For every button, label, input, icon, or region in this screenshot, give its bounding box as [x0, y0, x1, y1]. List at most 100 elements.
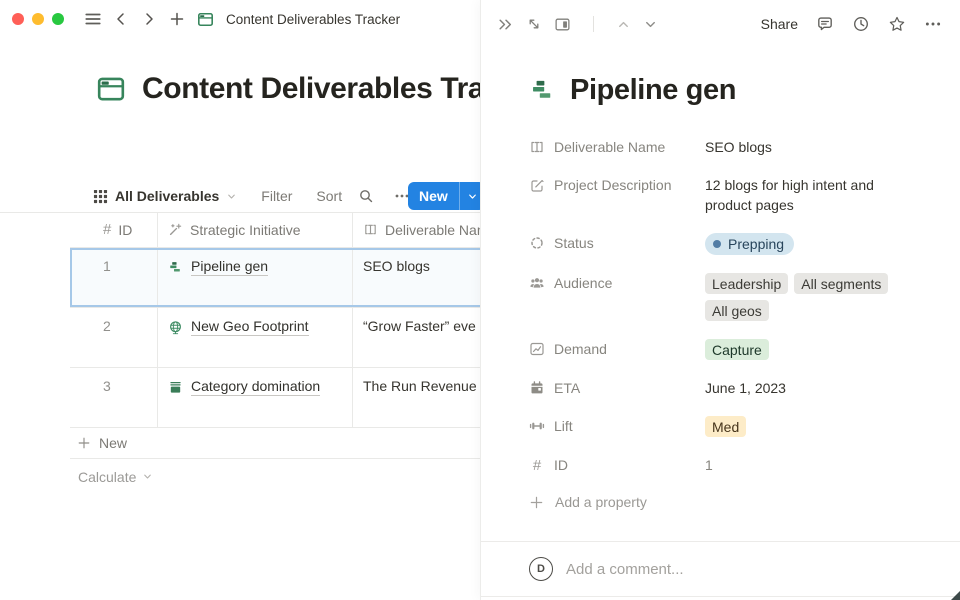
favorite-button[interactable]	[888, 15, 906, 33]
chevron-down-icon	[142, 471, 153, 482]
open-full-page-button[interactable]	[526, 16, 542, 32]
plus-icon	[169, 11, 185, 27]
more-options-button[interactable]	[924, 15, 942, 33]
cell-id[interactable]: 2	[70, 308, 158, 367]
chevron-up-icon	[616, 17, 631, 32]
property-label[interactable]: # ID	[529, 455, 705, 475]
property-value[interactable]: SEO blogs	[705, 137, 934, 157]
status-property-icon	[529, 235, 545, 251]
zoom-window-button[interactable]	[52, 13, 64, 25]
panel-header-left	[497, 16, 658, 33]
property-label[interactable]: ETA	[529, 378, 705, 398]
sidebar-menu-button[interactable]	[80, 6, 106, 32]
comments-button[interactable]	[816, 15, 834, 33]
new-record-button[interactable]: New	[408, 182, 485, 210]
tag[interactable]: All geos	[705, 300, 769, 321]
close-window-button[interactable]	[12, 13, 24, 25]
property-label[interactable]: Status	[529, 233, 705, 253]
window-title: Content Deliverables Tracker	[226, 12, 400, 27]
page-link-category-domination[interactable]: Category domination	[168, 378, 320, 396]
property-id: # ID 1	[529, 446, 934, 484]
property-value[interactable]: 1	[705, 455, 934, 475]
page-link-new-geo-footprint[interactable]: New Geo Footprint	[168, 318, 309, 336]
property-label[interactable]: Deliverable Name	[529, 137, 705, 157]
page-table-icon	[96, 74, 126, 104]
property-value[interactable]: Med	[705, 416, 934, 437]
property-demand: Demand Capture	[529, 330, 934, 369]
new-row-label: New	[99, 435, 127, 451]
search-button[interactable]	[354, 184, 378, 208]
filter-button[interactable]: Filter	[261, 188, 292, 204]
property-value[interactable]: June 1, 2023	[705, 378, 934, 398]
side-peek-mode-button[interactable]	[554, 16, 571, 33]
tag[interactable]: Leadership	[705, 273, 788, 294]
chart-property-icon	[529, 341, 545, 357]
cell-id[interactable]: 3	[70, 368, 158, 427]
peek-title-row: Pipeline gen	[529, 74, 934, 107]
globe-page-icon	[168, 320, 183, 335]
updates-button[interactable]	[852, 15, 870, 33]
property-value[interactable]: Prepping	[705, 233, 934, 255]
star-icon	[888, 15, 906, 33]
chevron-left-icon	[113, 11, 129, 27]
hamburger-icon	[84, 10, 102, 28]
ellipsis-icon	[924, 15, 942, 33]
property-lift: Lift Med	[529, 407, 934, 446]
cell-strategic-initiative[interactable]: Category domination	[158, 368, 353, 427]
expand-diagonal-icon	[526, 16, 542, 32]
comment-input[interactable]: Add a comment...	[566, 561, 684, 578]
property-value[interactable]: Leadership All segments All geos	[705, 273, 934, 321]
page-link-pipeline-gen[interactable]: Pipeline gen	[168, 258, 268, 276]
property-status: Status Prepping	[529, 224, 934, 264]
property-label[interactable]: Project Description	[529, 175, 705, 195]
side-peek-icon	[554, 16, 571, 33]
chevron-down-icon	[226, 191, 237, 202]
peek-page-title[interactable]: Pipeline gen	[570, 74, 736, 107]
tag[interactable]: All segments	[794, 273, 888, 294]
page-table-icon	[192, 6, 218, 32]
dumbbell-property-icon	[529, 418, 545, 434]
user-avatar: D	[529, 557, 553, 581]
minimize-window-button[interactable]	[32, 13, 44, 25]
text-property-icon	[363, 222, 378, 237]
nav-forward-button[interactable]	[136, 6, 162, 32]
bars-page-icon	[168, 260, 183, 275]
property-label[interactable]: Lift	[529, 416, 705, 436]
property-label[interactable]: Demand	[529, 339, 705, 359]
table-view-icon	[93, 189, 108, 204]
cell-id[interactable]: 1	[70, 248, 158, 307]
property-label[interactable]: Audience	[529, 273, 705, 293]
close-peek-button[interactable]	[497, 16, 514, 33]
share-button[interactable]: Share	[761, 16, 798, 32]
view-name-label: All Deliverables	[115, 188, 219, 204]
column-header-strategic-initiative[interactable]: Strategic Initiative	[158, 212, 353, 247]
archive-page-icon	[168, 380, 183, 395]
property-deliverable-name: Deliverable Name SEO blogs	[529, 128, 934, 166]
status-pill[interactable]: Prepping	[705, 233, 794, 255]
view-tab-all-deliverables[interactable]: All Deliverables	[93, 188, 237, 204]
hash-icon: #	[529, 458, 545, 473]
clock-icon	[852, 15, 870, 33]
nav-back-button[interactable]	[108, 6, 134, 32]
next-record-button[interactable]	[643, 17, 658, 32]
property-value[interactable]: Capture	[705, 339, 934, 360]
side-peek-panel: Share Pipeline gen	[480, 0, 960, 600]
bars-page-icon	[529, 77, 556, 104]
tag[interactable]: Med	[705, 416, 746, 437]
property-list: Deliverable Name SEO blogs Project Descr…	[529, 128, 934, 520]
cell-strategic-initiative[interactable]: New Geo Footprint	[158, 308, 353, 367]
cell-strategic-initiative[interactable]: Pipeline gen	[158, 248, 353, 307]
panel-header: Share	[481, 0, 960, 48]
status-dot	[713, 240, 721, 248]
previous-record-button[interactable]	[616, 17, 631, 32]
tag[interactable]: Capture	[705, 339, 769, 360]
sort-button[interactable]: Sort	[316, 188, 342, 204]
add-property-button[interactable]: Add a property	[529, 484, 934, 520]
new-tab-button[interactable]	[164, 6, 190, 32]
notion-app-window: Content Deliverables Tracker Content Del…	[0, 0, 960, 600]
new-record-label[interactable]: New	[408, 182, 459, 210]
text-property-icon	[529, 139, 545, 155]
column-header-id[interactable]: # ID	[70, 212, 158, 247]
window-controls	[12, 13, 64, 25]
property-value[interactable]: 12 blogs for high intent and product pag…	[705, 175, 895, 215]
